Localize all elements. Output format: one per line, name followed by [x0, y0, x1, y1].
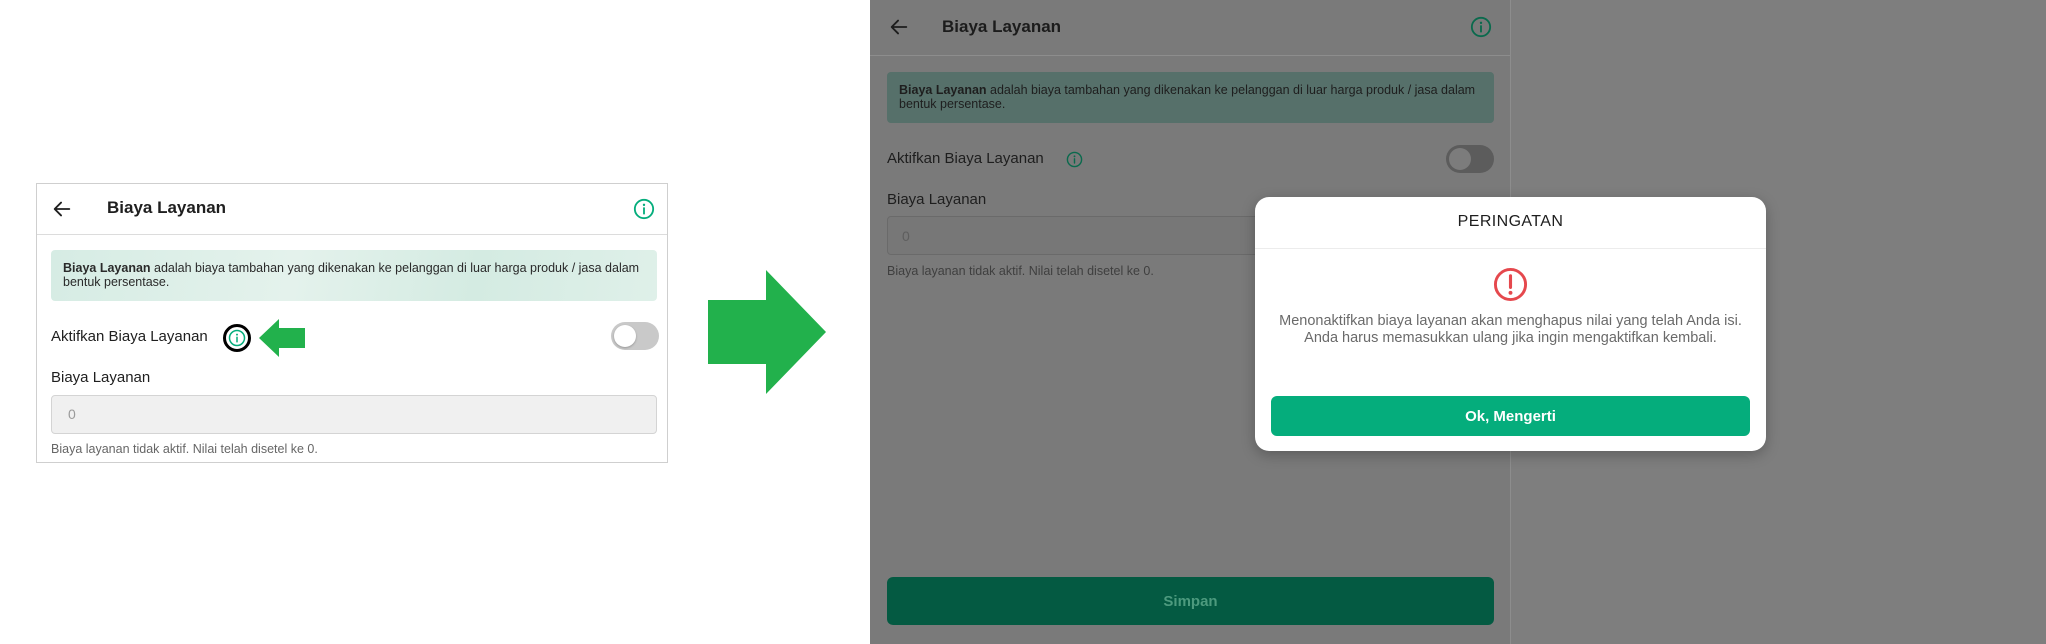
field-label: Biaya Layanan	[887, 191, 987, 208]
description-box: Biaya Layanan adalah biaya tambahan yang…	[887, 72, 1494, 123]
helper-text: Biaya layanan tidak aktif. Nilai telah d…	[51, 442, 318, 456]
pointer-arrow-icon	[259, 319, 305, 357]
back-arrow-icon[interactable]	[51, 198, 73, 220]
description-bold: Biaya Layanan	[63, 261, 151, 275]
left-screenshot-panel: Biaya Layanan Biaya Layanan adalah biaya…	[36, 183, 668, 463]
description-bold: Biaya Layanan	[899, 83, 987, 97]
dialog-message: Menonaktifkan biaya layanan akan menghap…	[1279, 313, 1742, 346]
field-label: Biaya Layanan	[51, 369, 151, 386]
service-fee-toggle[interactable]	[1446, 145, 1494, 173]
info-icon[interactable]	[1470, 16, 1492, 38]
service-fee-input[interactable]: 0	[51, 395, 657, 434]
info-icon[interactable]	[1066, 151, 1083, 168]
warning-dialog: PERINGATAN Menonaktifkan biaya layanan a…	[1255, 197, 1766, 451]
dialog-title: PERINGATAN	[1457, 213, 1564, 230]
warning-icon	[1493, 267, 1528, 302]
info-icon[interactable]	[633, 198, 655, 220]
back-arrow-icon[interactable]	[888, 16, 910, 38]
page-title: Biaya Layanan	[107, 198, 227, 217]
toggle-label: Aktifkan Biaya Layanan	[887, 150, 1044, 167]
service-fee-toggle[interactable]	[611, 322, 659, 350]
right-arrow-icon	[708, 270, 826, 394]
toggle-label: Aktifkan Biaya Layanan	[51, 328, 208, 345]
dialog-divider	[1255, 248, 1766, 249]
toggle-knob	[614, 325, 636, 347]
page-title: Biaya Layanan	[942, 17, 1062, 36]
info-icon[interactable]	[228, 329, 246, 347]
save-button[interactable]: Simpan	[887, 577, 1494, 625]
description-box: Biaya Layanan adalah biaya tambahan yang…	[51, 250, 657, 301]
toggle-knob	[1449, 148, 1471, 170]
helper-text: Biaya layanan tidak aktif. Nilai telah d…	[887, 264, 1154, 278]
ok-button[interactable]: Ok, Mengerti	[1271, 396, 1750, 436]
